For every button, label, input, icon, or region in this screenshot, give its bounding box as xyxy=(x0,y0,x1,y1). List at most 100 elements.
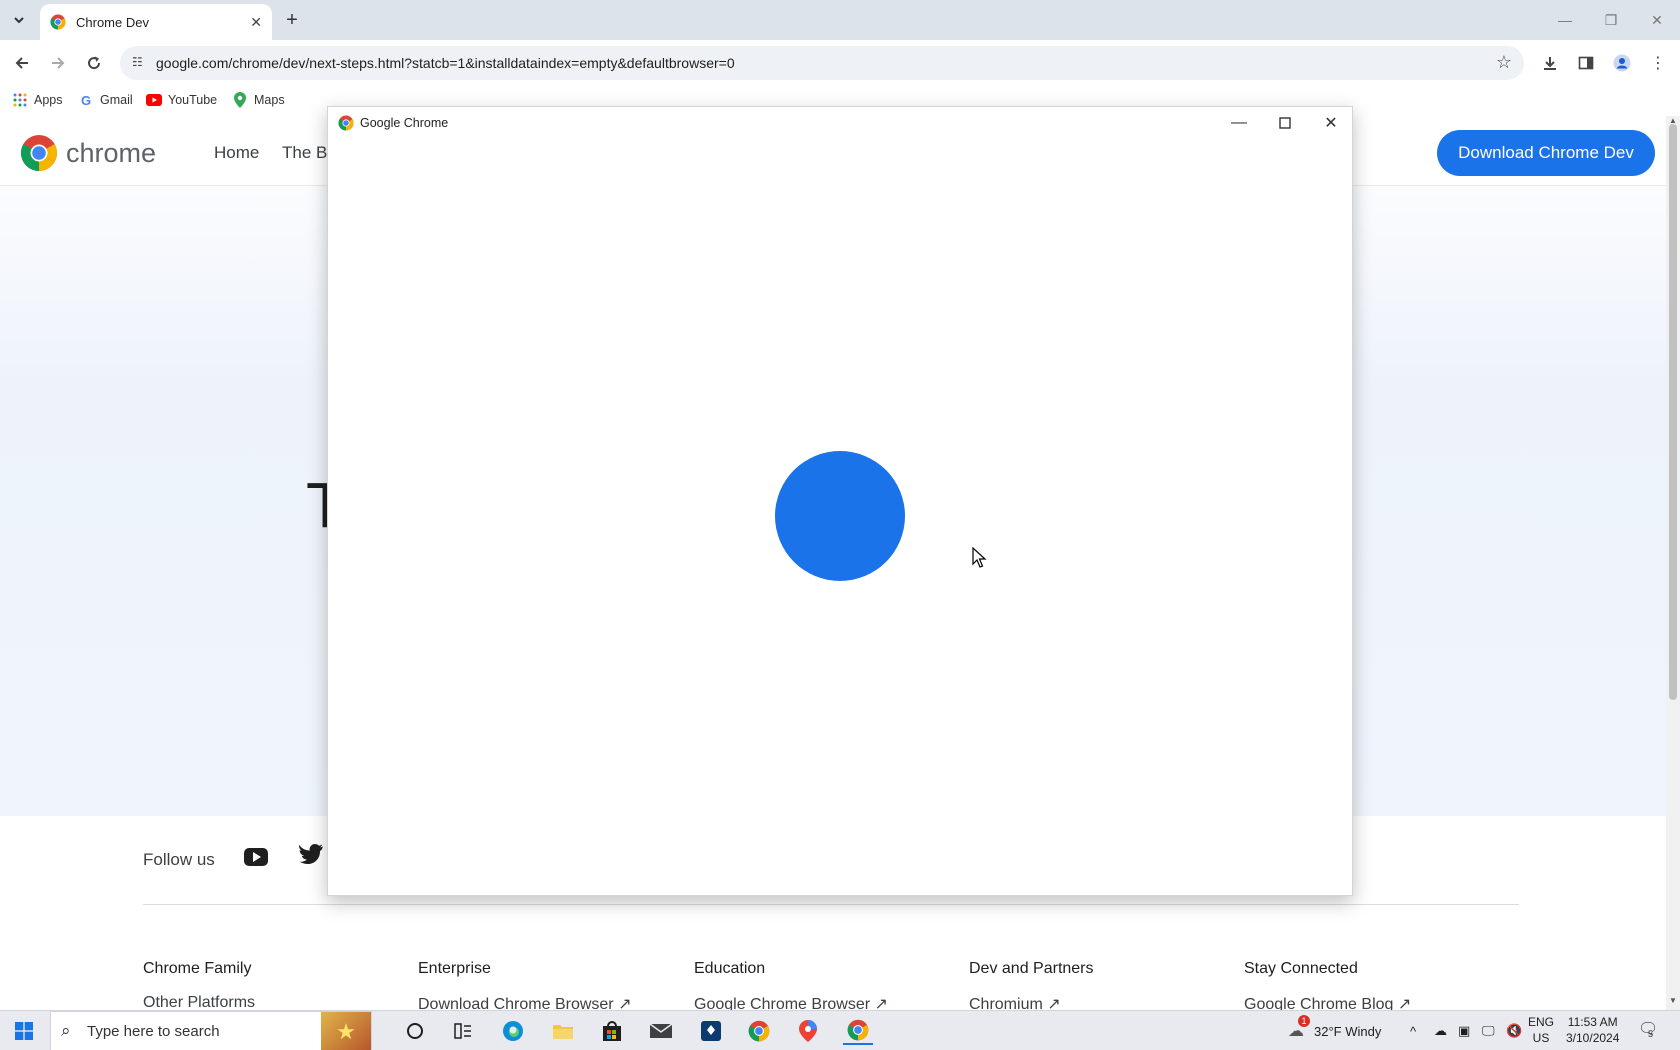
footer-link[interactable]: Chromium ↗ xyxy=(969,994,1094,1010)
dialog-title: Google Chrome xyxy=(360,116,449,130)
nav-home-link[interactable]: Home xyxy=(214,143,259,163)
taskbar-file-explorer[interactable] xyxy=(548,1017,578,1045)
taskbar-mail[interactable] xyxy=(646,1017,676,1045)
apps-grid-icon xyxy=(12,92,28,108)
nav-browser-link[interactable]: The Br xyxy=(282,143,333,163)
folder-icon xyxy=(553,1025,573,1039)
weather-alert-badge: 1 xyxy=(1298,1015,1310,1027)
forward-button[interactable] xyxy=(46,51,70,75)
footer-link[interactable]: Download Chrome Browser ↗ xyxy=(418,994,631,1010)
weather-widget[interactable]: ☁ 1 32°F Windy xyxy=(1288,1011,1381,1050)
footer-divider xyxy=(143,904,1519,905)
side-panel-button[interactable] xyxy=(1574,51,1598,75)
menu-button[interactable]: ⋮ xyxy=(1646,51,1670,75)
footer-link[interactable]: Other Platforms xyxy=(143,994,255,1010)
onedrive-tray-icon[interactable]: ☁ xyxy=(1434,1011,1447,1050)
download-icon xyxy=(1544,57,1556,70)
bookmark-apps[interactable]: Apps xyxy=(12,92,63,108)
taskbar-edge[interactable] xyxy=(498,1017,528,1045)
volume-muted-icon: 🔇 xyxy=(1506,1023,1523,1038)
tab-search-button[interactable] xyxy=(6,8,32,32)
tab-chrome-dev[interactable]: Chrome Dev ✕ xyxy=(40,4,272,40)
page-scrollbar[interactable]: ▲ ▼ xyxy=(1666,116,1680,1010)
task-view-icon xyxy=(454,1023,471,1039)
dialog-minimize-button[interactable]: — xyxy=(1216,107,1262,139)
twitter-social-icon[interactable] xyxy=(299,844,323,870)
footer-column-chrome-family: Chrome Family Other Platforms xyxy=(143,960,256,1010)
action-center-button[interactable]: 🗨 5 xyxy=(1638,1019,1658,1039)
scrollbar-thumb[interactable] xyxy=(1669,124,1677,700)
taskbar-clock[interactable]: 11:53 AM 3/10/2024 xyxy=(1566,1014,1619,1046)
reload-button[interactable] xyxy=(82,51,106,75)
follow-us-label: Follow us xyxy=(143,850,215,869)
bookmark-star-icon[interactable]: ☆ xyxy=(1496,52,1512,73)
maps-pin-icon xyxy=(799,1020,817,1042)
dialog-maximize-button[interactable] xyxy=(1262,107,1308,139)
notification-count: 5 xyxy=(1648,1029,1654,1039)
volume-tray-icon[interactable]: 🔇 xyxy=(1506,1011,1522,1050)
chrome-icon xyxy=(50,14,66,30)
site-settings-icon[interactable]: ☷ xyxy=(132,55,143,69)
reload-icon xyxy=(88,56,101,70)
dialog-titlebar[interactable]: Google Chrome xyxy=(328,107,1352,139)
restore-window-button[interactable]: ❐ xyxy=(1588,0,1634,40)
footer-column-education: Education Google Chrome Browser ↗ xyxy=(694,960,888,1010)
taskbar-store[interactable] xyxy=(597,1017,627,1045)
show-hidden-icons-button[interactable]: ^ xyxy=(1410,1011,1416,1050)
cloud-off-icon: ☁ xyxy=(1434,1023,1447,1038)
chrome-icon xyxy=(748,1020,770,1042)
footer-column-dev-partners: Dev and Partners Chromium ↗ xyxy=(969,960,1094,1010)
address-bar[interactable]: ☷ google.com/chrome/dev/next-steps.html?… xyxy=(120,46,1524,80)
weather-text: 32°F Windy xyxy=(1314,1023,1382,1039)
language-indicator[interactable]: ENG US xyxy=(1528,1014,1554,1046)
scroll-down-arrow-icon[interactable]: ▼ xyxy=(1669,996,1677,1005)
clock-date: 3/10/2024 xyxy=(1566,1031,1620,1045)
profile-button[interactable] xyxy=(1610,51,1634,75)
maps-pin-icon xyxy=(232,92,248,108)
bookmark-youtube[interactable]: YouTube xyxy=(146,92,217,108)
footer-link[interactable]: Google Chrome Browser ↗ xyxy=(694,994,888,1010)
taskbar-search-box[interactable]: ⌕ Type here to search ★ xyxy=(50,1011,372,1050)
chrome-logo[interactable]: chrome xyxy=(20,134,156,172)
downloads-button[interactable] xyxy=(1538,51,1562,75)
taskbar-chrome-dev[interactable] xyxy=(843,1017,873,1045)
taskbar-search-placeholder: Type here to search xyxy=(87,1022,220,1040)
minimize-window-button[interactable]: — xyxy=(1542,0,1588,40)
tab-title: Chrome Dev xyxy=(76,14,149,30)
weather-icon: ☁ 1 xyxy=(1288,1015,1310,1041)
solitaire-cards-icon xyxy=(701,1021,721,1041)
tab-strip: Chrome Dev ✕ + — ❐ ✕ xyxy=(0,0,1680,40)
network-icon: 🖵 xyxy=(1482,1023,1495,1038)
maximize-icon xyxy=(1279,117,1291,129)
youtube-social-icon[interactable] xyxy=(244,848,268,866)
avatar-icon xyxy=(1613,54,1631,72)
close-tab-icon[interactable]: ✕ xyxy=(250,14,262,31)
tray-app-icon[interactable]: ▣ xyxy=(1458,1011,1470,1050)
windows-logo-icon xyxy=(15,1022,33,1040)
search-icon: ⌕ xyxy=(61,1021,71,1040)
dialog-close-button[interactable]: ✕ xyxy=(1308,107,1354,139)
footer-column-stay-connected: Stay Connected Google Chrome Blog ↗ xyxy=(1244,960,1411,1010)
footer-link[interactable]: Google Chrome Blog ↗ xyxy=(1244,994,1411,1010)
back-button[interactable] xyxy=(10,51,34,75)
edge-icon xyxy=(503,1021,523,1041)
chrome-logo-icon xyxy=(20,135,58,171)
installer-dialog: Google Chrome — ✕ xyxy=(327,106,1353,896)
taskbar-solitaire[interactable] xyxy=(696,1017,726,1045)
bookmark-maps[interactable]: Maps xyxy=(232,92,285,108)
taskbar-maps[interactable] xyxy=(793,1017,823,1045)
bookmark-gmail[interactable]: G Gmail xyxy=(78,92,133,108)
url-text: google.com/chrome/dev/next-steps.html?st… xyxy=(156,55,735,71)
download-chrome-dev-button[interactable]: Download Chrome Dev xyxy=(1437,130,1655,176)
new-tab-button[interactable]: + xyxy=(280,8,304,32)
task-view-button[interactable] xyxy=(448,1017,478,1045)
search-highlight-image[interactable]: ★ xyxy=(321,1012,371,1050)
start-button[interactable] xyxy=(0,1011,48,1050)
network-tray-icon[interactable]: 🖵 xyxy=(1482,1011,1495,1050)
chrome-dev-icon xyxy=(338,115,354,131)
clock-time: 11:53 AM xyxy=(1567,1015,1618,1029)
cortana-button[interactable] xyxy=(400,1017,430,1045)
chevron-down-icon xyxy=(14,17,24,24)
close-window-button[interactable]: ✕ xyxy=(1634,0,1680,40)
taskbar-chrome[interactable] xyxy=(744,1017,774,1045)
